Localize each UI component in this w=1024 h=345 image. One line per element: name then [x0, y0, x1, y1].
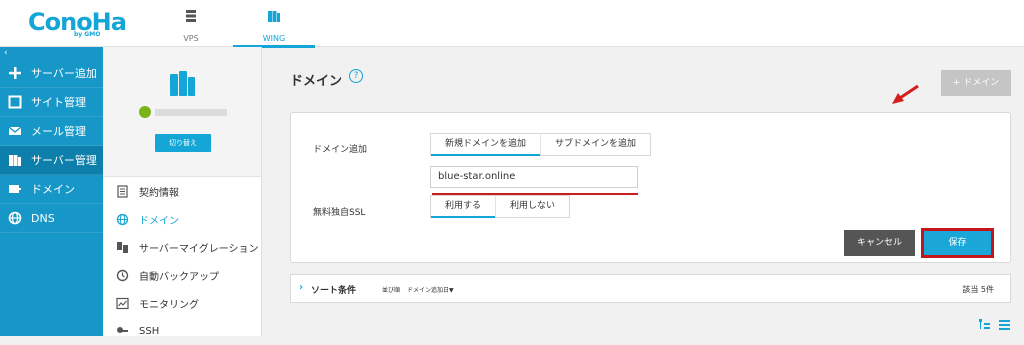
domain-card-icon: [9, 185, 21, 193]
sidebar-item-domain[interactable]: ドメイン: [0, 175, 103, 204]
ssl-label: 無料独自SSL: [313, 208, 366, 218]
add-domain-button[interactable]: + ドメイン: [941, 70, 1011, 96]
conoha-logo[interactable]: ConoHa by GMO: [28, 9, 127, 39]
menu-item-monitoring[interactable]: モニタリング: [103, 289, 261, 317]
domain-add-label: ドメイン追加: [313, 145, 368, 155]
backup-icon: [116, 269, 129, 281]
migration-icon: [117, 241, 128, 253]
menu-item-label: ドメイン: [139, 215, 179, 227]
left-sidebar: ‹ サーバー追加 サイト管理 メール管理 サーバー管理 ドメイン DNS: [0, 47, 103, 336]
menu-item-backup[interactable]: 自動バックアップ: [103, 261, 261, 289]
status-indicator: [139, 106, 151, 118]
sidebar-item-dns[interactable]: DNS: [0, 204, 103, 233]
order-select[interactable]: ドメイン追加日▼: [407, 285, 454, 294]
server-stack-icon: [186, 10, 196, 22]
wing-server-icon: [268, 11, 280, 22]
menu-item-label: 契約情報: [139, 187, 179, 199]
menu-item-label: SSH: [139, 325, 160, 337]
sort-bar[interactable]: › ソート条件 並び順 ドメイン追加日▼ 該当 5件: [290, 274, 1011, 303]
tree-view-icon[interactable]: [979, 319, 990, 330]
tab-wing-label: WING: [262, 34, 286, 43]
tab-new-domain[interactable]: 新規ドメインを追加: [431, 134, 541, 156]
ssl-not-use-option[interactable]: 利用しない: [495, 196, 569, 217]
server-panel: 切り替え 契約情報 ドメイン サーバーマイグレーション 自動バックアップ モニタ…: [103, 47, 262, 337]
plus-icon: [9, 67, 21, 79]
result-count: 該当 5件: [962, 285, 994, 294]
sidebar-item-label: サーバー管理: [31, 154, 97, 167]
menu-item-label: モニタリング: [139, 299, 199, 311]
domain-form-panel: ドメイン追加 新規ドメインを追加 サブドメインを追加 blue-star.onl…: [290, 112, 1011, 263]
menu-item-contract[interactable]: 契約情報: [103, 177, 261, 205]
sidebar-item-server[interactable]: サーバー管理: [0, 146, 103, 175]
logo-sub: by GMO: [74, 31, 101, 38]
tab-wing[interactable]: WING: [233, 0, 315, 48]
list-view-icon[interactable]: [999, 319, 1010, 330]
sidebar-item-site[interactable]: サイト管理: [0, 88, 103, 117]
tab-subdomain[interactable]: サブドメインを追加: [540, 134, 650, 155]
server-summary: 切り替え: [103, 47, 261, 177]
globe-icon: [116, 213, 129, 225]
server-icon: [9, 155, 21, 166]
menu-item-migration[interactable]: サーバーマイグレーション: [103, 233, 261, 261]
help-icon[interactable]: ?: [349, 69, 363, 83]
save-button[interactable]: 保存: [924, 231, 991, 255]
menu-item-label: 自動バックアップ: [139, 271, 219, 283]
menu-item-label: サーバーマイグレーション: [139, 243, 259, 255]
tab-vps-label: VPS: [183, 34, 199, 43]
ssl-toggle: 利用する 利用しない: [430, 195, 571, 218]
sidebar-item-add-server[interactable]: サーバー追加: [0, 59, 103, 88]
sort-label: ソート条件: [311, 286, 357, 296]
sidebar-item-label: サーバー追加: [31, 67, 97, 80]
mail-icon: [8, 126, 22, 135]
menu-item-ssh[interactable]: SSH: [103, 317, 261, 345]
switch-button[interactable]: 切り替え: [155, 134, 211, 152]
chevron-right-icon[interactable]: ›: [299, 282, 303, 293]
contract-icon: [117, 184, 128, 198]
save-highlight-annotation: 保存: [921, 228, 994, 258]
main-content: ドメイン ? + ドメイン ドメイン追加 新規ドメインを追加 サブドメインを追加…: [262, 47, 1024, 336]
globe-icon: [8, 211, 22, 225]
sidebar-item-label: DNS: [31, 211, 55, 225]
cancel-button[interactable]: キャンセル: [844, 230, 915, 256]
ssl-use-option[interactable]: 利用する: [431, 196, 496, 218]
domain-type-tabs: 新規ドメインを追加 サブドメインを追加: [430, 133, 652, 156]
window-icon: [8, 95, 22, 109]
sidebar-item-label: サイト管理: [31, 96, 86, 109]
sidebar-item-mail[interactable]: メール管理: [0, 117, 103, 146]
page-title: ドメイン: [290, 74, 343, 89]
order-label: 並び順: [382, 287, 401, 294]
red-arrow-annotation: [892, 84, 919, 104]
server-icon: [170, 71, 195, 96]
menu-item-domain[interactable]: ドメイン: [103, 205, 261, 233]
sidebar-item-label: メール管理: [31, 125, 86, 138]
top-bar: ConoHa by GMO VPS WING: [0, 0, 1024, 48]
monitoring-icon: [116, 297, 129, 309]
domain-input[interactable]: blue-star.online: [430, 166, 638, 188]
server-name-redacted: [155, 109, 227, 116]
collapse-icon[interactable]: ‹: [0, 47, 103, 59]
sidebar-item-label: ドメイン: [31, 183, 75, 196]
tab-vps[interactable]: VPS: [150, 0, 232, 47]
